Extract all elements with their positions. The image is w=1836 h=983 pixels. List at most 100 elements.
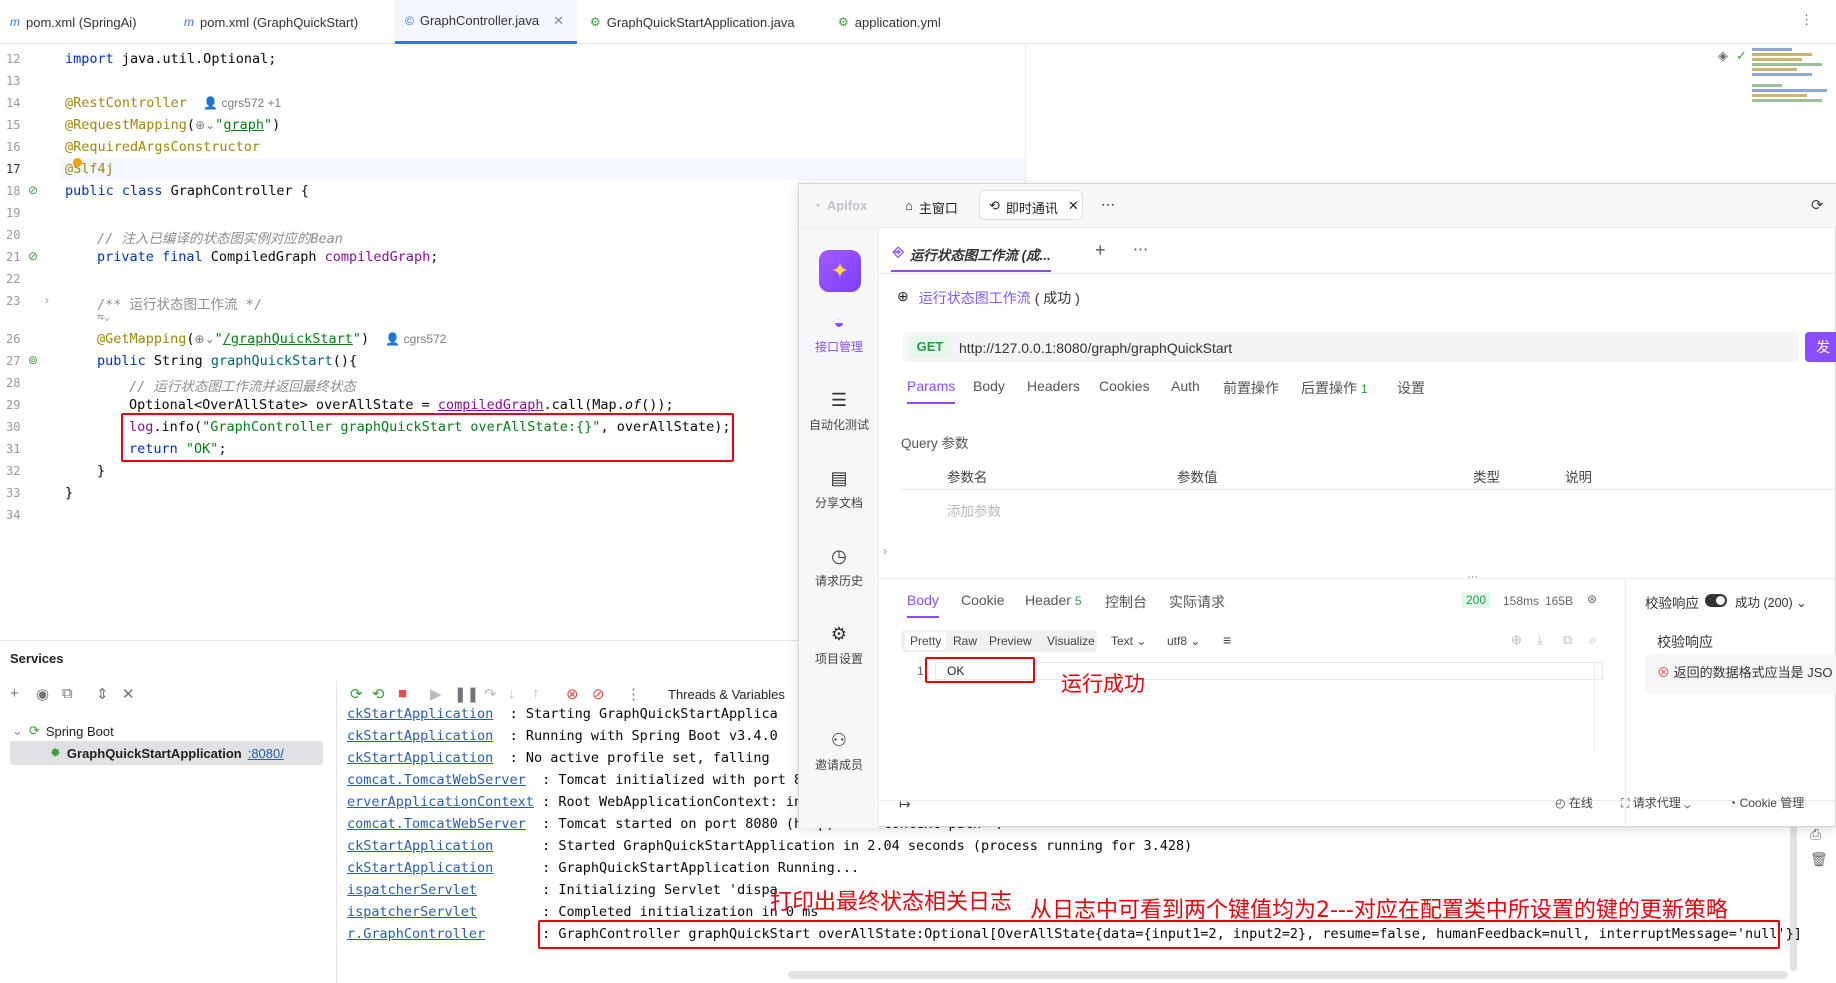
cookie-manager[interactable]: ◔ Cookie 管理 [1729,794,1804,811]
format-visualize[interactable]: Visualize [1047,634,1095,648]
online-status[interactable]: ◴ 在线 [1555,794,1593,811]
endpoint-icon[interactable]: ⊚ [28,353,38,367]
tab-im[interactable]: ⟲ 即时通讯 ✕ [989,198,1079,217]
tab-post-ops[interactable]: 后置操作 1 [1301,378,1368,398]
more-icon[interactable]: ⋯ [1101,196,1115,213]
resp-tab-console[interactable]: 控制台 [1105,592,1147,612]
close-icon[interactable]: ✕ [553,13,564,29]
more-tabs-icon[interactable]: ⋮ [1800,12,1813,28]
tab-main-window[interactable]: ⌂ 主窗口 [905,198,958,217]
step-into-icon[interactable]: ↓ [508,685,516,702]
log-source[interactable]: comcat.TomcatWebServer [347,816,526,832]
resume-icon[interactable]: ▶ [430,685,442,703]
text-select[interactable]: Text ⌄ [1111,634,1146,648]
format-preview[interactable]: Preview [989,634,1032,648]
new-tab-icon[interactable]: ⧉ [62,685,73,702]
resp-tab-actual[interactable]: 实际请求 [1169,592,1225,612]
verify-toggle[interactable] [1705,594,1727,607]
request-proxy[interactable]: ⛶ 请求代理 ⌄ [1621,794,1691,811]
format-raw[interactable]: Raw [953,634,977,648]
wrap-icon[interactable]: ≡ [1223,632,1231,648]
more-icon[interactable]: ⋯ [1133,240,1148,258]
log-source[interactable]: ckStartApplication [347,750,493,766]
sidebar-item-history[interactable]: ◷ 请求历史 [799,546,879,589]
log-source[interactable]: ispatcherServlet [347,882,477,898]
sidebar-item-api-management[interactable]: ◒ 接口管理 [799,312,879,355]
minimap[interactable] [1752,46,1832,166]
resize-handle[interactable]: ⋯ [1467,570,1478,583]
tab-auth[interactable]: Auth [1171,378,1200,394]
collapse-icon[interactable]: ✕ [122,685,135,703]
tab-graphquickstartapplication[interactable]: ⚙ GraphQuickStartApplication.java [590,0,795,44]
tab-cookies[interactable]: Cookies [1099,378,1150,394]
eye-icon[interactable]: ◉ [36,685,49,703]
format-pretty[interactable]: Pretty [905,632,947,650]
fold-icon[interactable]: › [45,293,49,307]
log-source[interactable]: ckStartApplication [347,860,493,876]
tree-spring-boot[interactable]: ⌄ ⟳ Spring Boot [12,723,114,739]
logout-icon[interactable]: ↦ [899,796,911,813]
sidebar-item-auto-test[interactable]: ☰ 自动化测试 [799,390,879,433]
method-select[interactable]: GET [909,336,951,358]
horizontal-scrollbar[interactable] [788,971,1788,979]
resp-tab-cookie[interactable]: Cookie [961,592,1005,608]
tab-headers[interactable]: Headers [1027,378,1080,394]
encoding-select[interactable]: utf8 ⌄ [1167,634,1200,648]
rebuild-icon[interactable]: ⟲ [372,685,385,703]
tab-pom-springai[interactable]: m pom.xml (SpringAi) [10,0,137,44]
close-icon[interactable]: ✕ [1068,198,1079,217]
doc-title-link[interactable]: 运行状态图工作流 [919,288,1031,308]
url-input[interactable]: http://127.0.0.1:8080/graph/graphQuickSt… [959,340,1232,356]
sidebar-item-invite[interactable]: ⚇ 邀请成员 [799,730,879,773]
step-over-icon[interactable]: ↷ [484,685,497,703]
log-source[interactable]: ispatcherServlet [347,904,477,920]
resp-tab-header[interactable]: Header 5 [1025,592,1082,608]
log-source[interactable]: erverApplicationContext [347,794,534,810]
project-logo-icon[interactable]: ✦ [819,250,861,292]
expand-panel-icon[interactable]: › [883,544,887,558]
log-source[interactable]: comcat.TomcatWebServer [347,772,526,788]
threads-variables-tab[interactable]: Threads & Variables [668,687,785,702]
pause-icon[interactable]: ❚❚ [454,685,479,703]
tab-pre-ops[interactable]: 前置操作 [1223,378,1279,398]
stop-icon[interactable]: ■ [398,685,407,702]
add-icon[interactable]: + [10,685,19,702]
log-source[interactable]: ckStartApplication [347,728,493,744]
tab-pom-graphquickstart[interactable]: m pom.xml (GraphQuickStart) [184,0,358,44]
tree-app[interactable]: ✹ GraphQuickStartApplication :8080/ [50,745,284,761]
tab-settings[interactable]: 设置 [1397,378,1425,398]
step-out-icon[interactable]: ↑ [532,685,540,702]
mute-breakpoints-icon[interactable]: ⊘ [592,685,605,703]
log-source[interactable]: ckStartApplication [347,706,493,722]
rerun-icon[interactable]: ⟳ [350,685,363,703]
print-icon[interactable]: ⎙ [1810,826,1821,843]
breakpoints-icon[interactable]: ⊗ [566,685,579,703]
search-icon[interactable]: ⌕ [1589,632,1596,648]
copy-icon[interactable]: ⧉ [1563,632,1572,648]
log-source[interactable]: r.GraphController [347,926,485,942]
tab-body[interactable]: Body [973,378,1005,394]
spring-bean-icon[interactable]: ⊘ [28,183,38,197]
log-source[interactable]: ckStartApplication [347,838,493,854]
sidebar-item-project-settings[interactable]: ⚙ 项目设置 [799,624,879,667]
add-param-input[interactable]: 添加参数 [947,500,1001,520]
sidebar-item-share-docs[interactable]: ▤ 分享文档 [799,468,879,511]
add-tab-icon[interactable]: + [1095,240,1106,261]
download-icon[interactable]: ⤓ [1537,632,1543,648]
reader-mode-icon[interactable]: ◈ [1718,48,1728,64]
spring-bean-icon[interactable]: ⊘ [28,249,38,263]
bulb-icon[interactable] [73,158,82,167]
verify-status-select[interactable]: 成功 (200) ⌄ [1735,592,1807,611]
more-icon[interactable]: ⋮ [626,685,641,703]
send-button[interactable]: 发 [1805,332,1836,362]
tab-params[interactable]: Params [907,378,956,404]
trash-icon[interactable]: 🗑 [1810,851,1828,868]
doc-tab[interactable]: ⎆ 运行状态图工作流 (成... [893,244,1051,264]
tab-graphcontroller[interactable]: © GraphController.java ✕ [395,0,577,44]
port-link[interactable]: :8080/ [248,746,284,761]
expand-icon[interactable]: ⇕ [96,685,109,703]
refresh-icon[interactable]: ⟳ [1811,196,1824,214]
tab-application-yml[interactable]: ⚙ application.yml [838,0,941,44]
upload-icon[interactable]: ⊕ [1511,632,1522,648]
resp-tab-body[interactable]: Body [907,592,939,618]
